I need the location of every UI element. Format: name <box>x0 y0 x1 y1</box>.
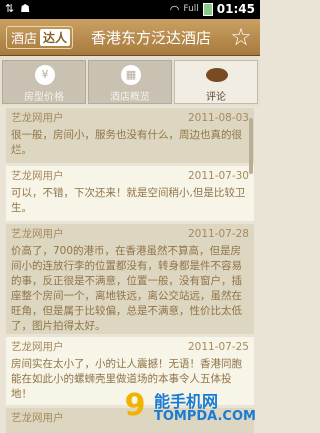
watermark: 9 能手机网 TOMPDA.COM <box>118 386 258 430</box>
tab-hotel-overview[interactable]: ▦ 酒店概览 <box>88 60 172 104</box>
review-list[interactable]: 艺龙网用户 2011-08-03 很一般，房间小，服务也没有什么，周边也真的很烂… <box>6 108 254 433</box>
wifi-icon: ◠ <box>169 2 180 16</box>
usb-icon: ⇅ <box>5 2 15 15</box>
comment-bubble-icon <box>206 68 228 82</box>
review-date: 2011-07-30 <box>187 170 249 182</box>
review-user: 艺龙网用户 <box>11 170 64 182</box>
review-date: 2011-07-25 <box>187 341 249 353</box>
list-item[interactable]: 艺龙网用户 2011-07-28 价高了，700的港币，在香港虽然不算高，但是房… <box>6 224 254 334</box>
signal-label: Full <box>183 4 199 14</box>
brand-text: 酒店 <box>11 32 38 47</box>
scrollbar[interactable] <box>249 118 253 174</box>
status-bar: ⇅ ☗ ◠ Full 01:45 <box>0 0 260 19</box>
tab-label: 酒店概览 <box>110 92 150 103</box>
review-user: 艺龙网用户 <box>11 112 64 124</box>
star-icon[interactable]: ☆ <box>228 24 254 50</box>
list-item[interactable]: 艺龙网用户 2011-07-30 可以，不错，下次还来！就是空间稍小,但是比较卫… <box>6 166 254 221</box>
review-text: 可以，不错，下次还来！就是空间稍小,但是比较卫生。 <box>11 187 246 214</box>
review-date: 2011-08-03 <box>187 112 249 124</box>
app-logo[interactable]: 酒店 达人 <box>6 26 74 49</box>
battery-icon <box>202 2 213 16</box>
review-user: 艺龙网用户 <box>11 341 64 353</box>
brand-badge: 达人 <box>40 29 71 46</box>
review-text: 很一般，房间小，服务也没有什么，周边也真的很烂。 <box>11 129 242 156</box>
review-user: 艺龙网用户 <box>11 228 64 240</box>
price-tag-icon: ¥ <box>35 65 55 85</box>
review-user: 艺龙网用户 <box>11 412 64 424</box>
page-title: 香港东方泛达酒店 <box>90 29 211 47</box>
list-item[interactable]: 艺龙网用户 2011-08-03 很一般，房间小，服务也没有什么，周边也真的很烂… <box>6 108 254 163</box>
tab-comments[interactable]: 评论 <box>174 60 258 104</box>
clock: 01:45 <box>216 2 255 16</box>
tab-bar: ¥ 房型价格 ▦ 酒店概览 评论 <box>0 56 260 106</box>
review-text: 价高了，700的港币，在香港虽然不算高，但是房间小的连放行李的位置都没有，转身都… <box>11 245 242 332</box>
watermark-logo-icon: 9 <box>124 388 146 423</box>
hotel-overview-icon: ▦ <box>121 65 141 85</box>
debug-icon: ☗ <box>20 2 31 15</box>
title-bar: 酒店 达人 香港东方泛达酒店 ☆ <box>0 19 260 56</box>
tab-label: 房型价格 <box>24 92 64 103</box>
review-date: 2011-07-28 <box>187 228 249 240</box>
watermark-en: TOMPDA.COM <box>154 409 256 424</box>
tab-label: 评论 <box>206 92 226 103</box>
tab-room-price[interactable]: ¥ 房型价格 <box>2 60 86 104</box>
